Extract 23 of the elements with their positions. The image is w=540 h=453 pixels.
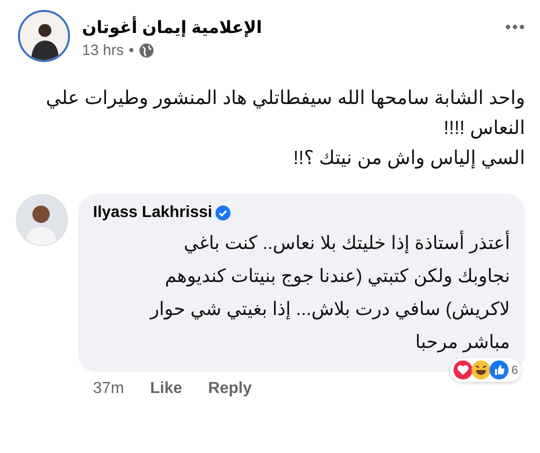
post-text-line: السي إلياس واش من نيتك ؟!!	[292, 147, 525, 171]
commenter-avatar[interactable]	[16, 194, 68, 246]
comment-text-line: لاكريش) سافي درت بلاش... إذا بغيتي شي حوار	[148, 297, 510, 322]
heart-reaction-icon	[453, 360, 474, 380]
thumbs-up-reaction-icon	[489, 360, 510, 380]
comment-text-line: أعتذر أستاذة إذا خليتك بلا نعاس.. كنت باغي	[182, 230, 510, 256]
comment-text-line: نجاوبك ولكن كتبتي (عندنا جوج بنيتات كنديوهم	[164, 264, 510, 288]
comment-time[interactable]: 37m	[93, 380, 124, 398]
globe-icon	[138, 43, 154, 58]
reaction-count: 6	[511, 363, 518, 377]
reply-link[interactable]: Reply	[208, 380, 252, 398]
author-name[interactable]: الإعلامية إيمان أغوتان	[82, 18, 493, 38]
laughing-reaction-icon	[471, 360, 492, 380]
post-time[interactable]: 13 hrs	[82, 42, 124, 59]
like-link[interactable]: Like	[150, 380, 182, 398]
post-text-line: واحد الشابة سامحها الله سيفطاتلي هاد المنشور وطيرات علي	[44, 87, 525, 111]
author-avatar[interactable]	[18, 10, 70, 62]
separator-dot: •	[128, 42, 134, 59]
reactions-summary[interactable]: 6	[450, 358, 521, 382]
comment-text-line: مباشر مرحبا	[414, 330, 510, 354]
post-text-line: النعاس !!!!	[442, 117, 525, 141]
more-options-icon[interactable]	[505, 24, 525, 30]
commenter-name[interactable]: Ilyass Lakhrissi	[93, 204, 212, 222]
